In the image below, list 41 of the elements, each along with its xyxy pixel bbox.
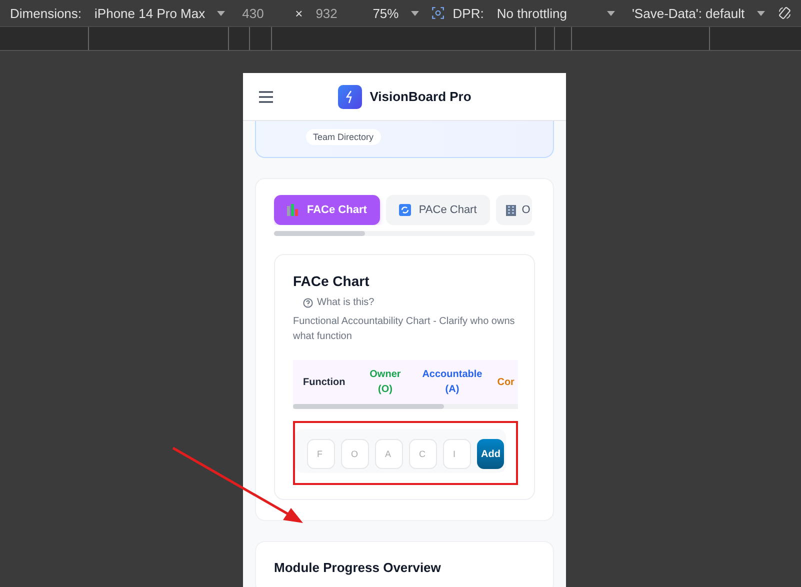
column-header: Function <box>302 376 346 390</box>
chart-tab[interactable]: PACe Chart <box>386 195 490 225</box>
section-title: Module Progress Overview <box>274 560 442 575</box>
height-field[interactable]: 932 <box>312 6 360 20</box>
save-data-dropdown[interactable]: 'Save-Data': default <box>628 6 769 20</box>
dpr-icon <box>432 4 444 22</box>
module-chip[interactable]: Team Directory <box>306 129 381 145</box>
chart-tab[interactable]: O <box>496 195 532 225</box>
help-icon <box>303 298 313 308</box>
building-icon <box>504 204 517 216</box>
dpr-label: DPR: <box>452 6 484 20</box>
menu-icon[interactable] <box>259 90 273 102</box>
input-field[interactable]: I <box>443 439 471 469</box>
table-scrollbar[interactable] <box>293 404 518 409</box>
add-button[interactable]: Add <box>477 439 504 469</box>
input-field[interactable]: A <box>375 439 403 469</box>
column-header: Accountable (A) <box>421 368 484 397</box>
input-field[interactable]: C <box>409 439 437 469</box>
zoom-dropdown[interactable]: 75% <box>368 6 423 20</box>
panel-description: Functional Accountability Chart - Clarify who owns what function <box>293 315 516 344</box>
column-header: Cor <box>496 376 514 390</box>
throttling-dropdown[interactable]: No throttling <box>492 6 619 20</box>
times-sign: × <box>295 6 303 20</box>
input-field[interactable]: O <box>341 439 369 469</box>
width-field[interactable]: 430 <box>238 6 286 20</box>
input-field[interactable]: F <box>307 439 335 469</box>
column-header: Owner (O) <box>368 368 402 397</box>
panel-title: FACe Chart <box>293 273 370 289</box>
caret-icon <box>217 10 226 16</box>
caret-icon <box>410 10 419 16</box>
caret-icon <box>606 10 615 16</box>
chart-tab[interactable]: FACe Chart <box>274 195 380 225</box>
bar-chart-icon <box>287 204 299 216</box>
refresh-icon <box>398 204 411 216</box>
logo-icon <box>338 84 362 108</box>
help-link[interactable]: What is this? <box>303 297 374 308</box>
device-dropdown[interactable]: iPhone 14 Pro Max <box>90 6 230 20</box>
dimensions-label: Dimensions: <box>10 6 82 20</box>
app-title: VisionBoard Pro <box>370 89 472 104</box>
caret-icon <box>756 10 765 16</box>
tab-scrollbar[interactable] <box>274 231 535 236</box>
